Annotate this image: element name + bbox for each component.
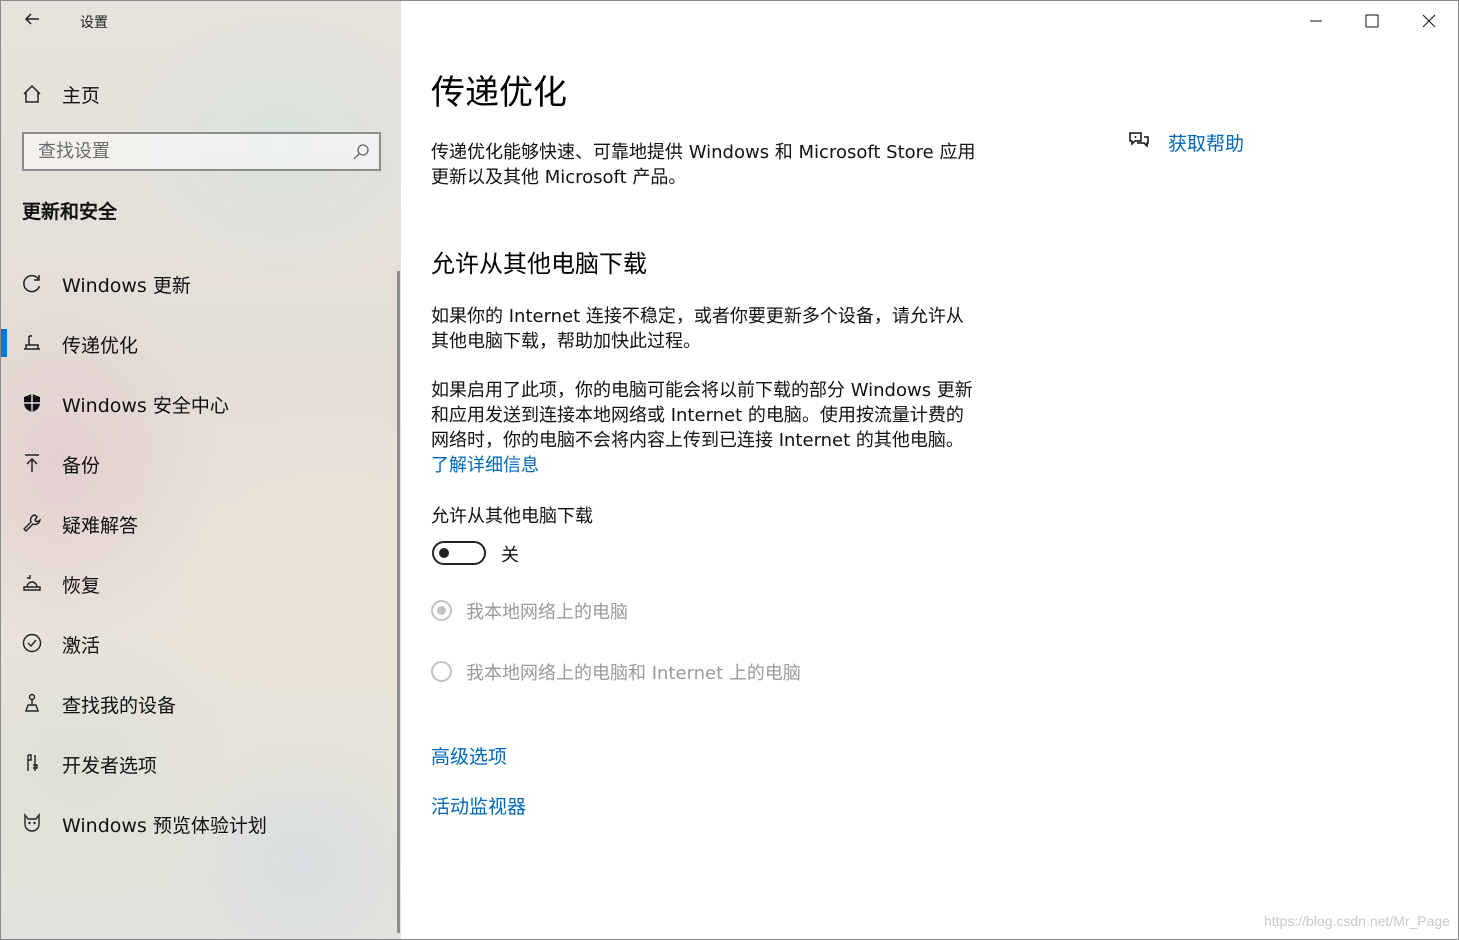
refresh-icon: [20, 271, 44, 295]
sidebar-item-label: Windows 预览体验计划: [62, 815, 267, 837]
page-title: 传递优化: [431, 73, 567, 113]
toggle-state-text: 关: [501, 545, 519, 566]
radio-label: 我本地网络上的电脑: [466, 602, 628, 623]
find-device-icon: [20, 691, 44, 715]
description-paragraph-1: 如果你的 Internet 连接不稳定，或者你要更新多个设备，请允许从 其他电脑…: [431, 304, 1011, 354]
paragraph-line: 网络时，你的电脑不会将内容上传到已连接 Internet 的其他电脑。: [431, 430, 964, 451]
app-title: 设置: [80, 15, 108, 31]
home-icon: [20, 82, 44, 106]
toggle-knob: [439, 548, 449, 558]
settings-window: 设置 主页 更新和安全 Windows 更新 传递优化: [0, 0, 1459, 940]
radio-label: 我本地网络上的电脑和 Internet 上的电脑: [466, 663, 801, 684]
delivery-optimization-icon: [20, 331, 44, 355]
sidebar-item-label: Windows 安全中心: [62, 395, 229, 417]
activity-monitor-link[interactable]: 活动监视器: [431, 792, 526, 819]
search-icon[interactable]: [351, 142, 371, 162]
sidebar-item-windows-security[interactable]: Windows 安全中心: [1, 381, 397, 425]
paragraph-line: 和应用发送到连接本地网络或 Internet 的电脑。使用按流量计费的: [431, 405, 964, 426]
sidebar-item-find-my-device[interactable]: 查找我的设备: [1, 681, 397, 725]
sidebar-item-label: 查找我的设备: [62, 695, 177, 717]
learn-more-link[interactable]: 了解详细信息: [431, 453, 1011, 478]
paragraph-line: 如果你的 Internet 连接不稳定，或者你要更新多个设备，请允许从: [431, 306, 964, 327]
section-title: 允许从其他电脑下载: [431, 250, 647, 278]
sidebar-item-label: Windows 更新: [62, 275, 191, 297]
backup-arrow-icon: [20, 451, 44, 475]
recovery-icon: [20, 571, 44, 595]
intro-line: 更新以及其他 Microsoft 产品。: [431, 167, 687, 188]
radio-button[interactable]: [431, 661, 452, 682]
paragraph-line: 其他电脑下载，帮助加快此过程。: [431, 331, 701, 352]
close-icon[interactable]: [1401, 1, 1457, 41]
back-arrow-icon[interactable]: [19, 9, 45, 35]
sidebar-item-troubleshoot[interactable]: 疑难解答: [1, 501, 397, 545]
sidebar-item-delivery-optimization[interactable]: 传递优化: [1, 321, 397, 365]
radio-button[interactable]: [431, 600, 452, 621]
insider-cat-icon: [20, 811, 44, 835]
paragraph-line: 如果启用了此项，你的电脑可能会将以前下载的部分 Windows 更新: [431, 380, 973, 401]
maximize-icon[interactable]: [1344, 1, 1400, 41]
get-help-label: 获取帮助: [1168, 133, 1245, 155]
sidebar-item-home[interactable]: 主页: [1, 75, 399, 113]
sidebar-item-label: 主页: [62, 85, 101, 107]
shield-icon: [20, 391, 44, 415]
advanced-options-link[interactable]: 高级选项: [431, 742, 507, 769]
check-circle-icon: [20, 631, 44, 655]
sidebar-item-developer-options[interactable]: 开发者选项: [1, 741, 397, 785]
search-input[interactable]: [24, 134, 358, 169]
toggle-label: 允许从其他电脑下载: [431, 506, 593, 527]
sidebar-item-label: 恢复: [62, 575, 101, 597]
sidebar-item-insider-program[interactable]: Windows 预览体验计划: [1, 801, 397, 845]
developer-tools-icon: [20, 751, 44, 775]
sidebar: 设置 主页 更新和安全 Windows 更新 传递优化: [1, 1, 401, 939]
sidebar-item-recovery[interactable]: 恢复: [1, 561, 397, 605]
sidebar-item-backup[interactable]: 备份: [1, 441, 397, 485]
sidebar-item-label: 备份: [62, 455, 101, 477]
search-box[interactable]: [22, 132, 381, 171]
section-heading: 更新和安全: [22, 201, 118, 223]
sidebar-scrollbar[interactable]: [397, 271, 400, 933]
sidebar-item-label: 疑难解答: [62, 515, 139, 537]
sidebar-item-label: 传递优化: [62, 335, 139, 357]
wrench-icon: [20, 511, 44, 535]
watermark: https://blog.csdn.net/Mr_Page: [1264, 913, 1450, 929]
intro-line: 传递优化能够快速、可靠地提供 Windows 和 Microsoft Store…: [431, 142, 976, 163]
description-paragraph-2: 如果启用了此项，你的电脑可能会将以前下载的部分 Windows 更新 和应用发送…: [431, 378, 1011, 478]
sidebar-item-activation[interactable]: 激活: [1, 621, 397, 665]
intro-text: 传递优化能够快速、可靠地提供 Windows 和 Microsoft Store…: [431, 140, 1011, 190]
allow-downloads-toggle[interactable]: [432, 541, 486, 565]
sidebar-item-windows-update[interactable]: Windows 更新: [1, 261, 397, 305]
sidebar-item-label: 激活: [62, 635, 101, 657]
minimize-icon[interactable]: [1288, 1, 1344, 41]
chat-help-icon: [1127, 129, 1151, 157]
sidebar-item-label: 开发者选项: [62, 755, 158, 777]
radio-dot: [437, 606, 446, 615]
